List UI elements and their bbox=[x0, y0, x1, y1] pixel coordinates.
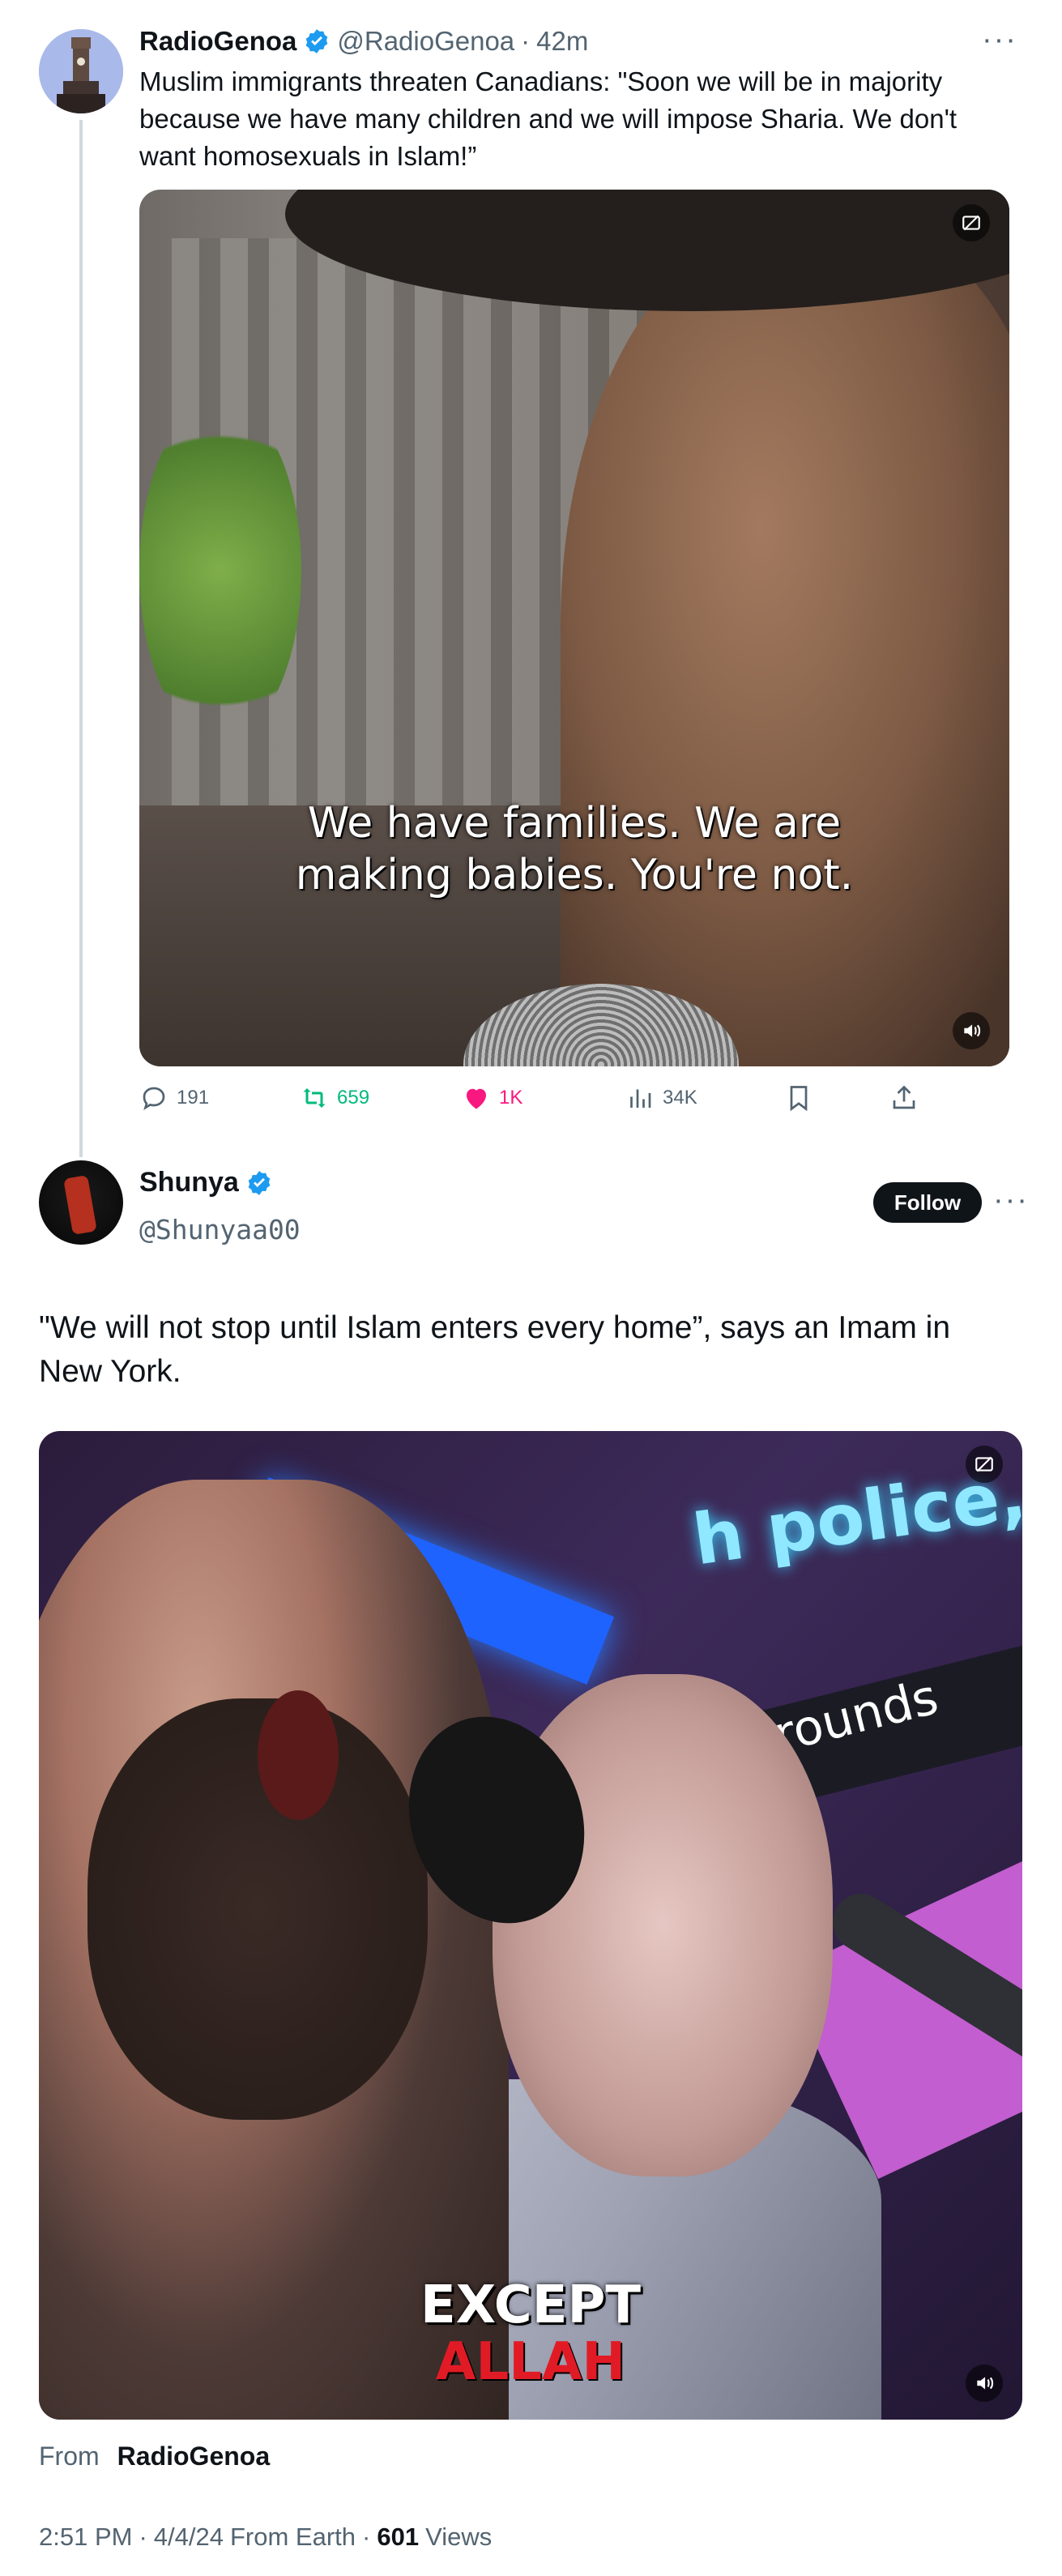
post1-video[interactable]: We have families. We are making babies. … bbox=[139, 190, 1009, 1066]
post1-video-caption-line1: We have families. We are bbox=[307, 799, 842, 848]
volume-icon[interactable] bbox=[953, 1012, 990, 1049]
bookmark-icon bbox=[790, 1086, 808, 1112]
post1-handle[interactable]: @RadioGenoa bbox=[337, 26, 514, 57]
meta-separator: · bbox=[139, 2523, 147, 2551]
tower-icon bbox=[39, 29, 123, 113]
post2-video-caption-line1: EXCEPT bbox=[420, 2275, 642, 2335]
from-label: From bbox=[39, 2441, 100, 2471]
post2-display-name[interactable]: Shunya bbox=[139, 1167, 239, 1198]
post2-text: "We will not stop until Islam enters eve… bbox=[39, 1310, 951, 1389]
share-icon bbox=[893, 1085, 915, 1109]
post1-display-name[interactable]: RadioGenoa bbox=[139, 26, 296, 57]
post1-text: Muslim immigrants threaten Canadians: "S… bbox=[139, 66, 958, 171]
post1-timestamp[interactable]: 42m bbox=[536, 26, 588, 57]
radiogenoa-avatar[interactable] bbox=[39, 29, 123, 113]
post-meta-row: 2:51 PM · 4/4/24 From Earth · 601 Views bbox=[39, 2523, 492, 2552]
thread-connector-line bbox=[79, 120, 83, 1157]
more-dots-icon[interactable]: ··· bbox=[982, 24, 1017, 55]
follow-button[interactable]: Follow bbox=[873, 1182, 982, 1223]
post1-action-bar: 191 659 1K 34K bbox=[139, 1078, 1014, 1118]
share-button[interactable] bbox=[889, 1078, 919, 1118]
post-time[interactable]: 2:51 PM bbox=[39, 2523, 132, 2552]
post2-header: Shunya bbox=[139, 1167, 273, 1198]
heart-icon bbox=[467, 1088, 486, 1109]
views-button[interactable]: 34K bbox=[625, 1078, 697, 1118]
repost-count: 659 bbox=[337, 1087, 370, 1109]
post2-video-caption-line2: ALLAH bbox=[435, 2332, 626, 2392]
reply-count: 191 bbox=[177, 1087, 210, 1109]
like-count: 1K bbox=[499, 1087, 523, 1109]
more-dots-icon[interactable]: ··· bbox=[993, 1185, 1029, 1215]
post-date[interactable]: 4/4/24 bbox=[154, 2523, 224, 2552]
volume-icon[interactable] bbox=[966, 2365, 1003, 2402]
views-total: 601 bbox=[377, 2523, 420, 2551]
shunya-avatar[interactable] bbox=[39, 1160, 123, 1245]
like-button[interactable]: 1K bbox=[462, 1078, 522, 1118]
post2-video[interactable]: h police, rounds EXCEPT ALLAH bbox=[39, 1431, 1022, 2420]
repost-button[interactable]: 659 bbox=[300, 1078, 369, 1118]
from-account-link[interactable]: RadioGenoa bbox=[117, 2441, 270, 2471]
repost-icon bbox=[303, 1088, 326, 1108]
verified-badge-icon bbox=[303, 28, 331, 55]
bookmark-button[interactable] bbox=[784, 1078, 813, 1118]
content-warning-icon[interactable] bbox=[966, 1446, 1003, 1483]
reply-button[interactable]: 191 bbox=[139, 1078, 209, 1118]
post1-video-caption-line2: making babies. You're not. bbox=[295, 851, 854, 899]
meta-separator: · bbox=[362, 2523, 371, 2551]
reply-icon bbox=[143, 1087, 165, 1110]
verified-badge-icon bbox=[245, 1169, 273, 1197]
views-label: Views bbox=[425, 2523, 493, 2551]
views-count: 34K bbox=[663, 1087, 697, 1109]
content-warning-icon[interactable] bbox=[953, 204, 990, 241]
post1-separator: · bbox=[521, 26, 531, 56]
analytics-icon bbox=[630, 1089, 651, 1108]
post2-handle[interactable]: @Shunyaa00 bbox=[139, 1214, 301, 1245]
post-source: From Earth bbox=[229, 2523, 356, 2551]
post1-header: RadioGenoa @RadioGenoa · 42m bbox=[139, 23, 588, 60]
quoted-from-row: From RadioGenoa bbox=[39, 2441, 270, 2471]
